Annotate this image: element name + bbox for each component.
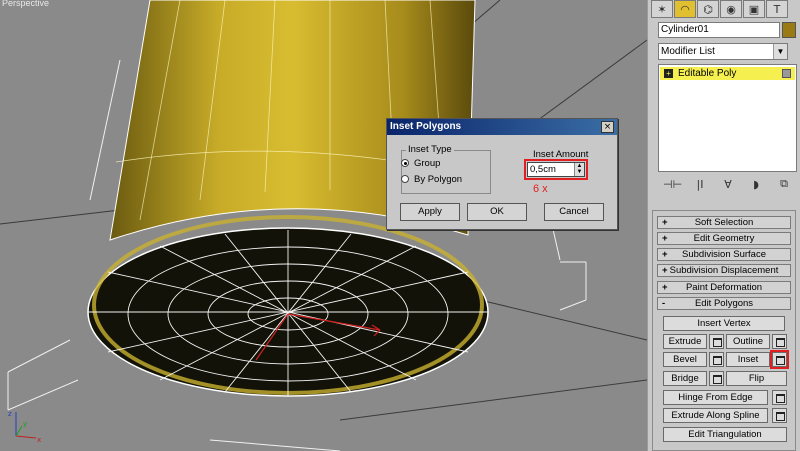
- hierarchy-tab-icon[interactable]: ⌬: [697, 0, 719, 18]
- display-tab-icon[interactable]: ▣: [743, 0, 765, 18]
- cancel-button[interactable]: Cancel: [544, 203, 604, 221]
- outline-settings-icon[interactable]: [772, 334, 787, 349]
- motion-tab-icon[interactable]: ◉: [720, 0, 742, 18]
- inset-button[interactable]: Inset: [726, 352, 770, 367]
- object-color-swatch[interactable]: [782, 22, 796, 38]
- modifier-list-label: Modifier List: [661, 46, 715, 57]
- bridge-settings-icon[interactable]: [709, 371, 724, 386]
- rollout-paint-deformation[interactable]: + Paint Deformation: [657, 281, 791, 294]
- extrude-along-spline-button[interactable]: Extrude Along Spline: [663, 408, 768, 423]
- radio-unselected-icon: [401, 175, 409, 183]
- stack-item-label: Editable Poly: [678, 68, 737, 79]
- expand-icon[interactable]: +: [664, 69, 673, 78]
- axis-tripod-icon: z x y: [8, 410, 41, 444]
- hinge-from-edge-button[interactable]: Hinge From Edge: [663, 390, 768, 405]
- modifier-toggle-icon[interactable]: [782, 69, 791, 78]
- remove-modifier-icon[interactable]: ◗: [747, 178, 765, 191]
- inset-type-group: Inset Type: [401, 144, 491, 194]
- modify-tab-icon[interactable]: ◠: [674, 0, 696, 18]
- viewport-label[interactable]: Perspective: [2, 0, 49, 8]
- extrude-settings-icon[interactable]: [709, 334, 724, 349]
- modifier-list-dropdown[interactable]: Modifier List ▼: [658, 43, 788, 60]
- chevron-down-icon: ▼: [773, 44, 787, 59]
- inset-amount-value: 0,5cm: [530, 164, 556, 175]
- utilities-tab-icon[interactable]: T: [766, 0, 788, 18]
- ok-button[interactable]: OK: [467, 203, 527, 221]
- axis-z-label: z: [8, 410, 12, 418]
- bridge-button[interactable]: Bridge: [663, 371, 707, 386]
- rollout-edit-geometry[interactable]: + Edit Geometry: [657, 232, 791, 245]
- configure-sets-icon[interactable]: ⧉: [775, 177, 793, 191]
- axis-x-label: x: [37, 436, 41, 444]
- flip-button[interactable]: Flip: [726, 371, 787, 386]
- radio-group[interactable]: Group: [401, 158, 440, 169]
- bevel-button[interactable]: Bevel: [663, 352, 707, 367]
- apply-button[interactable]: Apply: [400, 203, 460, 221]
- stack-tools: ⊣⊢ |I ∀ ◗ ⧉: [658, 176, 798, 192]
- hinge-settings-icon[interactable]: [772, 390, 787, 405]
- insert-vertex-button[interactable]: Insert Vertex: [663, 316, 785, 331]
- rollout-subdivision-surface[interactable]: + Subdivision Surface: [657, 248, 791, 261]
- axis-y-label: y: [23, 420, 27, 428]
- pin-stack-icon[interactable]: ⊣⊢: [663, 178, 682, 191]
- rollout-subdivision-displacement[interactable]: + Subdivision Displacement: [657, 264, 791, 277]
- annotation-text: 6 x: [533, 183, 548, 195]
- modifier-stack[interactable]: + Editable Poly: [658, 64, 797, 172]
- inset-amount-spinner[interactable]: 0,5cm ▲ ▼: [524, 159, 588, 180]
- create-tab-icon[interactable]: ✶: [651, 0, 673, 18]
- close-icon[interactable]: ×: [601, 121, 614, 133]
- inset-amount-label: Inset Amount: [533, 149, 589, 160]
- inset-type-label: Inset Type: [406, 144, 454, 155]
- extrude-button[interactable]: Extrude: [663, 334, 707, 349]
- make-unique-icon[interactable]: ∀: [719, 178, 737, 191]
- show-end-result-icon[interactable]: |I: [691, 178, 709, 191]
- object-name-field[interactable]: Cylinder01: [658, 22, 780, 38]
- inset-settings-icon[interactable]: [770, 350, 789, 369]
- rollouts-panel: + Soft Selection + Edit Geometry + Subdivis…: [652, 210, 796, 451]
- rollout-edit-polygons[interactable]: - Edit Polygons: [657, 297, 791, 310]
- extrude-spline-settings-icon[interactable]: [772, 408, 787, 423]
- dialog-title[interactable]: Inset Polygons: [387, 119, 617, 135]
- radio-selected-icon: [401, 159, 409, 167]
- inset-polygons-dialog: Inset Polygons × Inset Type Group By Pol…: [386, 118, 618, 230]
- outline-button[interactable]: Outline: [726, 334, 770, 349]
- command-panel-tabs: ✶ ◠ ⌬ ◉ ▣ T: [651, 0, 788, 18]
- spinner-arrows-icon[interactable]: ▲ ▼: [574, 163, 584, 176]
- stack-item-editable-poly[interactable]: + Editable Poly: [660, 67, 795, 80]
- rollout-soft-selection[interactable]: + Soft Selection: [657, 216, 791, 229]
- radio-by-polygon[interactable]: By Polygon: [401, 174, 462, 185]
- edit-triangulation-button[interactable]: Edit Triangulation: [663, 427, 787, 442]
- bevel-settings-icon[interactable]: [709, 352, 724, 367]
